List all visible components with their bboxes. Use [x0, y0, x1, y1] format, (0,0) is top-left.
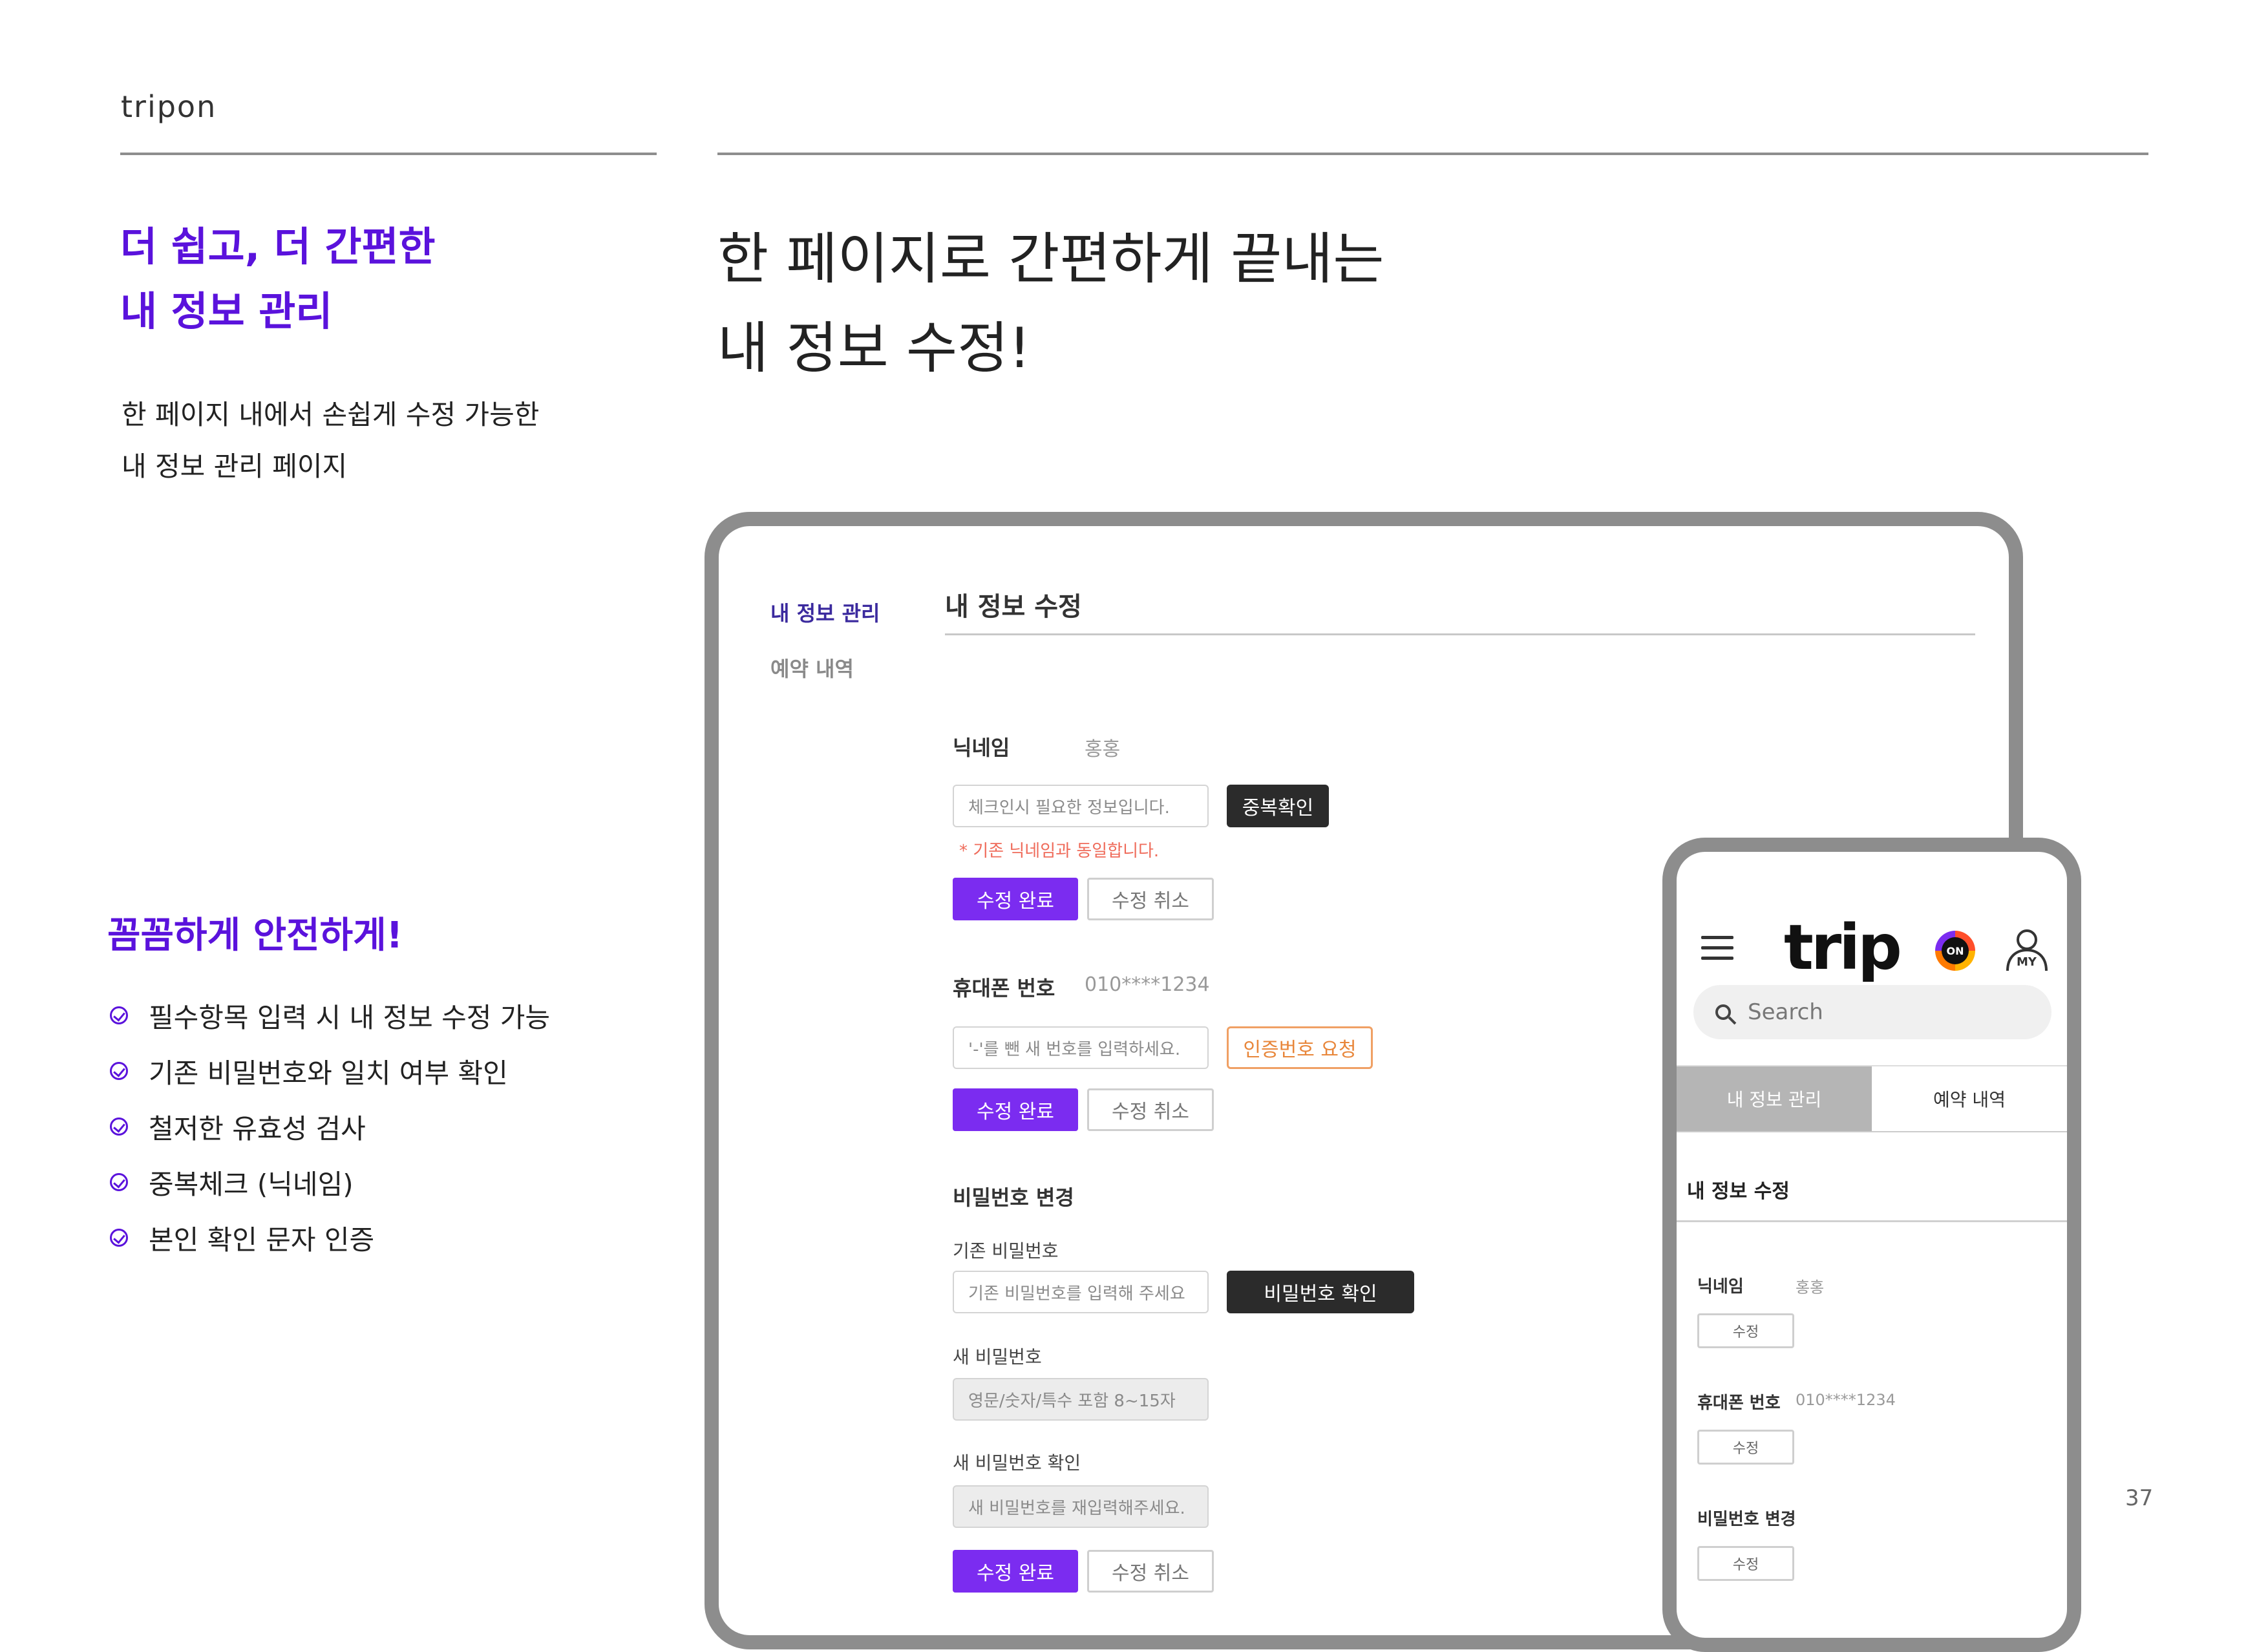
check-circle-icon: [110, 1006, 128, 1024]
checklist-item: 기존 비밀번호와 일치 여부 확인: [110, 1043, 550, 1099]
nav-reservations[interactable]: 예약 내역: [770, 653, 854, 683]
confirm-password-label: 새 비밀번호 확인: [953, 1452, 1081, 1474]
current-password-input[interactable]: 기존 비밀번호를 입력해 주세요: [953, 1271, 1209, 1313]
search-input[interactable]: Search: [1693, 985, 2051, 1039]
tab-my-info[interactable]: 내 정보 관리: [1677, 1066, 1872, 1131]
check-circle-icon: [110, 1062, 128, 1080]
lead-subtitle: 한 페이지 내에서 손쉽게 수정 가능한 내 정보 관리 페이지: [122, 389, 539, 492]
feature-checklist: 필수항목 입력 시 내 정보 수정 가능 기존 비밀번호와 일치 여부 확인 철…: [110, 988, 550, 1265]
page-title: 내 정보 수정: [945, 592, 1082, 622]
phone-value: 010****1234: [1085, 973, 1210, 996]
mobile-nickname-edit-button[interactable]: 수정: [1697, 1313, 1794, 1348]
lead-title-line1: 더 쉽고, 더 간편한: [120, 223, 436, 270]
password-label: 비밀번호 변경: [953, 1185, 1074, 1210]
phone-save-button[interactable]: 수정 완료: [953, 1088, 1078, 1131]
page-number: 37: [2125, 1485, 2154, 1511]
check-circle-icon: [110, 1229, 128, 1247]
right-divider: [717, 153, 2148, 155]
checklist-text: 기존 비밀번호와 일치 여부 확인: [149, 1057, 508, 1089]
checklist-item: 필수항목 입력 시 내 정보 수정 가능: [110, 988, 550, 1043]
checklist-text: 본인 확인 문자 인증: [149, 1223, 375, 1256]
checklist-text: 필수항목 입력 시 내 정보 수정 가능: [149, 1001, 551, 1033]
search-placeholder: Search: [1748, 999, 1823, 1025]
checklist-item: 중복체크 (닉네임): [110, 1154, 550, 1210]
mobile-phone-label: 휴대폰 번호: [1697, 1393, 1781, 1413]
checklist-text: 철저한 유효성 검사: [149, 1112, 366, 1145]
nickname-input[interactable]: 체크인시 필요한 정보입니다.: [953, 785, 1209, 827]
mobile-title-divider: [1677, 1220, 2067, 1222]
checklist-item: 본인 확인 문자 인증: [110, 1210, 550, 1265]
current-password-label: 기존 비밀번호: [953, 1240, 1059, 1262]
logo-on-badge: ON: [1935, 931, 1975, 971]
new-password-input[interactable]: 영문/숫자/특수 포함 8~15자: [953, 1378, 1209, 1421]
checklist-item: 철저한 유효성 검사: [110, 1099, 550, 1154]
mobile-nickname-value: 홍홍: [1796, 1278, 1825, 1297]
password-check-button[interactable]: 비밀번호 확인: [1227, 1271, 1414, 1313]
main-title-line1: 한 페이지로 간편하게 끝내는: [717, 227, 1384, 291]
mobile-logo: trip: [1784, 911, 1902, 984]
check-circle-icon: [110, 1117, 128, 1136]
lead-subtitle-line2: 내 정보 관리 페이지: [122, 450, 348, 482]
mobile-nickname-label: 닉네임: [1697, 1277, 1744, 1297]
password-cancel-button[interactable]: 수정 취소: [1087, 1550, 1214, 1593]
password-save-button[interactable]: 수정 완료: [953, 1550, 1078, 1593]
lead-title-line2: 내 정보 관리: [120, 288, 333, 335]
phone-label: 휴대폰 번호: [953, 976, 1055, 1001]
my-user-icon[interactable]: MY: [2002, 924, 2051, 973]
nickname-save-button[interactable]: 수정 완료: [953, 878, 1078, 920]
mobile-mockup: trip ON MY Search 내 정보 관리 예약 내역 내 정보 수정 …: [1662, 838, 2081, 1652]
new-password-label: 새 비밀번호: [953, 1346, 1042, 1368]
mobile-password-edit-button[interactable]: 수정: [1697, 1546, 1794, 1581]
my-label: MY: [2017, 955, 2037, 969]
left-divider: [120, 153, 657, 155]
tab-reservations[interactable]: 예약 내역: [1872, 1066, 2067, 1131]
nickname-label: 닉네임: [953, 736, 1010, 760]
nickname-check-button[interactable]: 중복확인: [1227, 785, 1329, 827]
phone-input[interactable]: '-'를 뺀 새 번호를 입력하세요.: [953, 1026, 1209, 1069]
nickname-value: 홍홍: [1085, 738, 1121, 761]
logo-badge-text: ON: [1942, 937, 1969, 964]
lead-title: 더 쉽고, 더 간편한 내 정보 관리: [120, 215, 436, 344]
title-divider: [945, 633, 1975, 635]
checklist-text: 중복체크 (닉네임): [149, 1168, 354, 1200]
mobile-page-title: 내 정보 수정: [1687, 1180, 1790, 1203]
mobile-password-label: 비밀번호 변경: [1697, 1510, 1796, 1529]
search-icon: [1715, 1004, 1731, 1020]
nav-my-info[interactable]: 내 정보 관리: [770, 597, 880, 627]
brand-logo: tripon: [121, 89, 217, 124]
check-circle-icon: [110, 1173, 128, 1191]
nickname-cancel-button[interactable]: 수정 취소: [1087, 878, 1214, 920]
mobile-phone-value: 010****1234: [1796, 1391, 1896, 1409]
mobile-tabs: 내 정보 관리 예약 내역: [1677, 1065, 2067, 1132]
confirm-password-input[interactable]: 새 비밀번호를 재입력해주세요.: [953, 1485, 1209, 1528]
lead-subtitle-line1: 한 페이지 내에서 손쉽게 수정 가능한: [122, 399, 540, 430]
main-title: 한 페이지로 간편하게 끝내는 내 정보 수정!: [717, 215, 1384, 393]
section-title: 꼼꼼하게 안전하게!: [107, 915, 403, 957]
phone-cancel-button[interactable]: 수정 취소: [1087, 1088, 1214, 1131]
nickname-error: * 기존 닉네임과 동일합니다.: [959, 842, 1160, 861]
mobile-phone-edit-button[interactable]: 수정: [1697, 1430, 1794, 1465]
main-title-line2: 내 정보 수정!: [717, 316, 1031, 381]
request-code-button[interactable]: 인증번호 요청: [1227, 1026, 1373, 1069]
hamburger-icon[interactable]: [1701, 936, 1733, 967]
